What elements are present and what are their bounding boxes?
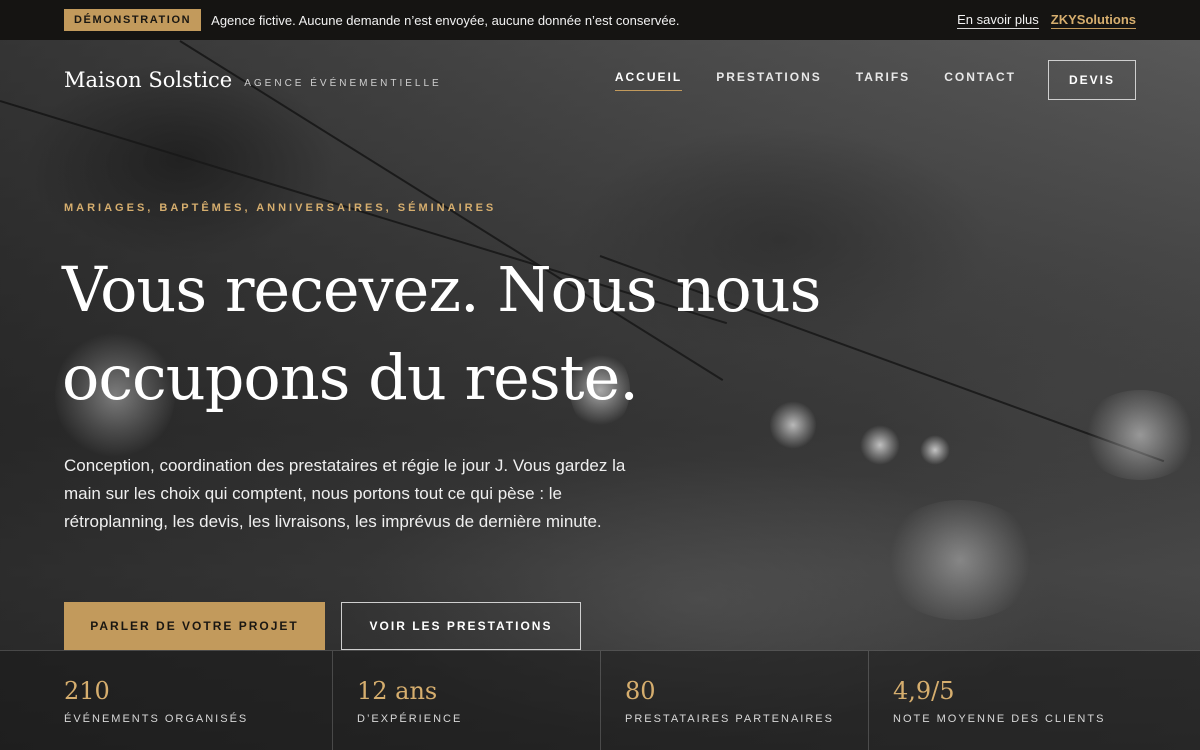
stat-label: PRESTATAIRES PARTENAIRES <box>625 713 834 725</box>
demo-banner: DÉMONSTRATION Agence fictive. Aucune dem… <box>0 0 1200 40</box>
stat-value: 12 ans <box>357 677 438 705</box>
stat-label: D’EXPÉRIENCE <box>357 713 463 725</box>
stat-value: 210 <box>64 677 110 705</box>
stat-value: 4,9/5 <box>893 677 955 705</box>
stat-events: 210 ÉVÉNEMENTS ORGANISÉS <box>0 651 333 750</box>
main-nav: ACCUEIL PRESTATIONS TARIFS CONTACT DEVIS <box>614 60 1136 100</box>
learn-more-link[interactable]: En savoir plus <box>957 12 1039 29</box>
site-tagline: AGENCE ÉVÉNEMENTIELLE <box>244 77 442 89</box>
stat-partners: 80 PRESTATAIRES PARTENAIRES <box>601 651 869 750</box>
banner-links: En savoir plus ZKYSolutions <box>957 12 1136 29</box>
headline-line-1: Vous recevez. Nous nous <box>62 253 821 326</box>
nav-accueil[interactable]: ACCUEIL <box>614 70 683 91</box>
stat-value: 80 <box>625 677 656 705</box>
stats-bar: 210 ÉVÉNEMENTS ORGANISÉS 12 ans D’EXPÉRI… <box>0 650 1200 750</box>
brand-link[interactable]: ZKYSolutions <box>1050 12 1136 29</box>
view-services-button[interactable]: VOIR LES PRESTATIONS <box>341 602 581 650</box>
headline-line-2: occupons du reste. <box>62 341 639 414</box>
stat-rating: 4,9/5 NOTE MOYENNE DES CLIENTS <box>869 651 1200 750</box>
demo-notice-text: Agence fictive. Aucune demande n’est env… <box>211 12 680 28</box>
demo-badge: DÉMONSTRATION <box>64 9 202 31</box>
nav-contact[interactable]: CONTACT <box>944 70 1016 91</box>
site-header: Maison Solstice AGENCE ÉVÉNEMENTIELLE AC… <box>0 40 1200 120</box>
nav-prestations[interactable]: PRESTATIONS <box>716 70 822 91</box>
talk-project-button[interactable]: PARLER DE VOTRE PROJET <box>64 602 325 650</box>
devis-button[interactable]: DEVIS <box>1047 60 1136 100</box>
stat-label: NOTE MOYENNE DES CLIENTS <box>893 713 1106 725</box>
hero-headline: Vous recevez. Nous nous occupons du rest… <box>62 246 882 422</box>
hero-eyebrow: MARIAGES, BAPTÊMES, ANNIVERSAIRES, SÉMIN… <box>64 202 497 214</box>
nav-tarifs[interactable]: TARIFS <box>856 70 910 91</box>
hero-lead: Conception, coordination des prestataire… <box>64 456 626 531</box>
stat-label: ÉVÉNEMENTS ORGANISÉS <box>64 713 249 725</box>
site-logo[interactable]: Maison Solstice <box>64 68 232 92</box>
stat-experience: 12 ans D’EXPÉRIENCE <box>333 651 601 750</box>
